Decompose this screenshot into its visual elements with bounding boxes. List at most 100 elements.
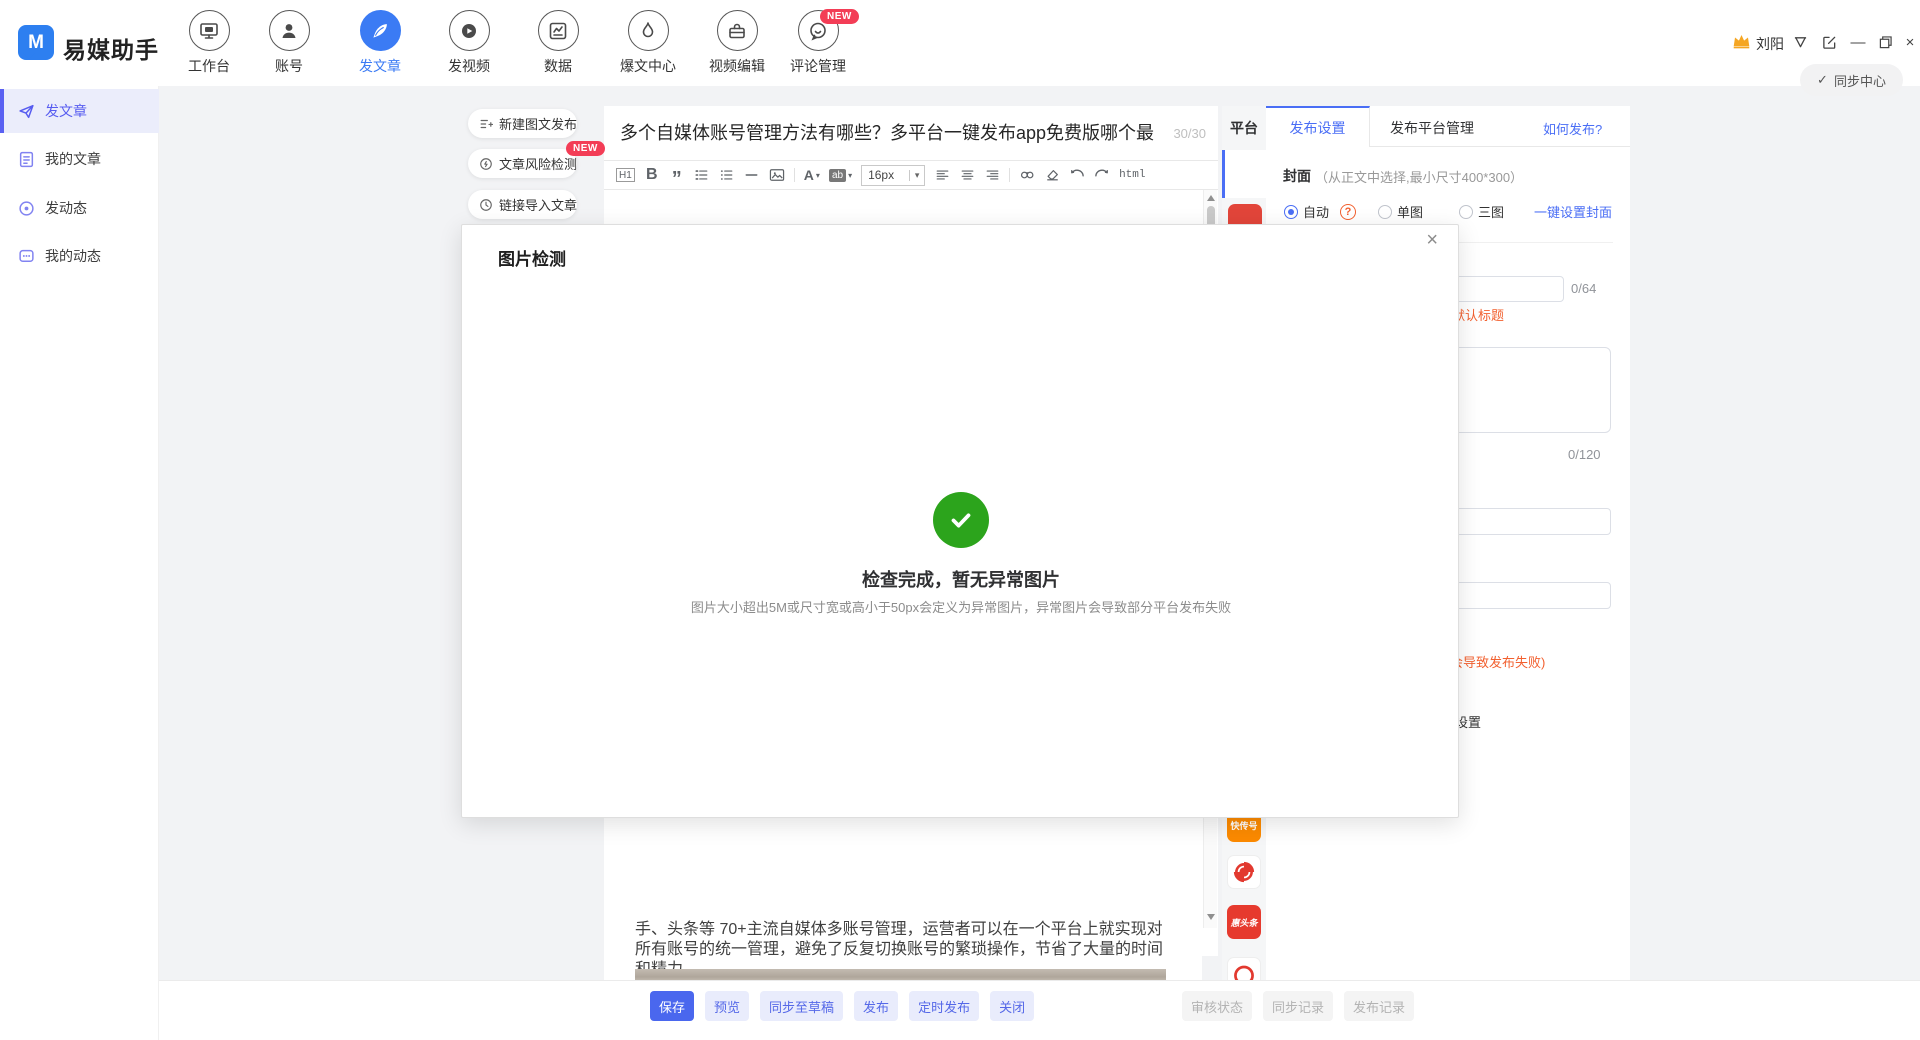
preview-button[interactable]: 预览 [705,991,749,1021]
username[interactable]: 刘阳 [1756,34,1784,54]
unordered-list-icon[interactable] [719,165,735,185]
one-click-cover-link[interactable]: 一键设置封面 [1534,202,1612,221]
format-eraser-icon[interactable] [1044,165,1060,185]
minimize-icon[interactable]: — [1849,33,1867,51]
nav-hot-content[interactable]: 爆文中心 [606,10,690,76]
sidebar-label: 我的动态 [45,246,101,266]
audit-status-button[interactable]: 审核状态 [1182,991,1252,1021]
bold-icon[interactable]: B [644,165,660,185]
platform-row-selected [1222,150,1266,198]
html-source-icon[interactable]: html [1119,165,1145,185]
app-logo-icon: M [18,25,54,60]
caret-down-icon: ▾ [909,170,924,181]
nav-video-edit-label: 视频编辑 [695,56,779,76]
video-play-icon [449,10,490,51]
h1-icon[interactable]: H1 [616,168,635,182]
nav-hot-content-label: 爆文中心 [606,56,690,76]
nav-workbench-label: 工作台 [167,56,251,76]
align-right-icon[interactable] [984,165,1000,185]
font-size-select[interactable]: 16px ▾ [861,165,925,186]
scroll-up-icon[interactable] [1207,195,1215,201]
risk-check-icon [479,157,493,171]
radio-single[interactable] [1378,205,1392,219]
cover-label: 封面 [1283,166,1311,186]
default-title-link[interactable]: 默认标题 [1452,305,1504,324]
top-bar: M 易媒助手 工作台 账号 发文章 发视频 数据 爆文中心 [0,0,1920,86]
nav-comment-manage[interactable]: 评论管理 NEW [776,10,860,76]
sidebar-label: 发文章 [45,101,87,121]
title-counter: 30/30 [1173,126,1206,141]
blockquote-icon[interactable]: ” [669,165,685,185]
undo-icon[interactable] [1069,165,1085,185]
document-icon [18,151,35,168]
platform-huitoutiao-icon[interactable]: 惠头条 [1227,905,1261,939]
platform-ifeng-icon[interactable] [1227,855,1261,889]
redo-icon[interactable] [1094,165,1110,185]
scroll-down-icon[interactable] [1207,914,1215,920]
close-button[interactable]: 关闭 [990,991,1034,1021]
align-center-icon[interactable] [959,165,975,185]
sidebar-item-my-moments[interactable]: 我的动态 [0,234,159,278]
horizontal-rule-icon[interactable] [744,165,760,185]
radio-auto[interactable] [1284,205,1298,219]
find-replace-icon[interactable] [1019,165,1035,185]
huitoutiao-label: 惠头条 [1230,916,1257,929]
text-highlight-icon[interactable]: ab▾ [829,165,852,185]
short-title-counter: 0/64 [1571,281,1596,296]
cover-section: 封面 （从正文中选择,最小尺寸400*300） [1283,166,1523,186]
risk-check-button[interactable]: 文章风险检测 [468,149,577,178]
tab-publish-settings[interactable]: 发布设置 [1266,106,1370,147]
check-result-heading: 检查完成，暂无异常图片 [462,566,1460,592]
flame-icon [628,10,669,51]
maximize-icon[interactable] [1876,33,1894,51]
publish-log-button[interactable]: 发布记录 [1344,991,1414,1021]
skin-icon[interactable] [1791,33,1809,51]
sidebar-item-my-articles[interactable]: 我的文章 [0,137,159,181]
sidebar-item-publish-moment[interactable]: 发动态 [0,186,159,230]
feedback-edit-icon[interactable] [1820,33,1838,51]
toolbar-divider [794,168,795,182]
sync-log-button[interactable]: 同步记录 [1263,991,1333,1021]
publish-button[interactable]: 发布 [854,991,898,1021]
nav-accounts[interactable]: 账号 [247,10,331,76]
sync-center-button[interactable]: ✓ 同步中心 [1800,64,1903,96]
sidebar-label: 我的文章 [45,149,101,169]
nav-publish-article-label: 发文章 [338,56,422,76]
cover-hint: （从正文中选择,最小尺寸400*300） [1315,167,1523,186]
link-import-button[interactable]: 链接导入文章 [468,190,577,219]
link-import-label: 链接导入文章 [499,195,577,214]
cover-help-icon[interactable]: ? [1340,204,1356,220]
close-window-icon[interactable]: × [1901,33,1919,51]
toolbar-divider [1009,168,1010,182]
align-left-icon[interactable] [934,165,950,185]
nav-video-edit[interactable]: 视频编辑 [695,10,779,76]
article-title-input[interactable]: 多个自媒体账号管理方法有哪些？多平台一键发布app免费版哪个最 [620,119,1175,145]
nav-data[interactable]: 数据 [516,10,600,76]
check-icon: ✓ [1817,72,1828,88]
new-post-button[interactable]: 新建图文发布 [468,109,577,138]
new-post-icon [479,117,493,131]
nav-publish-video-label: 发视频 [427,56,511,76]
logo-letter: M [28,32,44,54]
nav-accounts-label: 账号 [247,56,331,76]
save-button[interactable]: 保存 [650,991,694,1021]
dialog-close-icon[interactable]: × [1420,227,1444,254]
sidebar-item-publish-article[interactable]: 发文章 [0,89,159,133]
summary-counter: 0/120 [1568,447,1601,462]
insert-image-icon[interactable] [769,165,785,185]
sync-to-draft-button[interactable]: 同步至草稿 [760,991,843,1021]
tab-platform-manage[interactable]: 发布平台管理 [1390,118,1474,138]
radio-triple[interactable] [1459,205,1473,219]
message-dots-icon [18,248,35,265]
success-check-icon [933,492,989,548]
font-color-icon[interactable]: A▾ [804,165,820,185]
ordered-list-icon[interactable] [694,165,710,185]
radio-auto-label: 自动 [1303,202,1329,221]
image-check-dialog: 图片检测 × 检查完成，暂无异常图片 图片大小超出5M或尺寸宽或高小于50px会… [461,224,1459,818]
nav-publish-article[interactable]: 发文章 [338,10,422,76]
pen-icon [360,10,401,51]
nav-workbench[interactable]: 工作台 [167,10,251,76]
schedule-publish-button[interactable]: 定时发布 [909,991,979,1021]
how-to-publish-link[interactable]: 如何发布? [1543,119,1602,138]
nav-publish-video[interactable]: 发视频 [427,10,511,76]
